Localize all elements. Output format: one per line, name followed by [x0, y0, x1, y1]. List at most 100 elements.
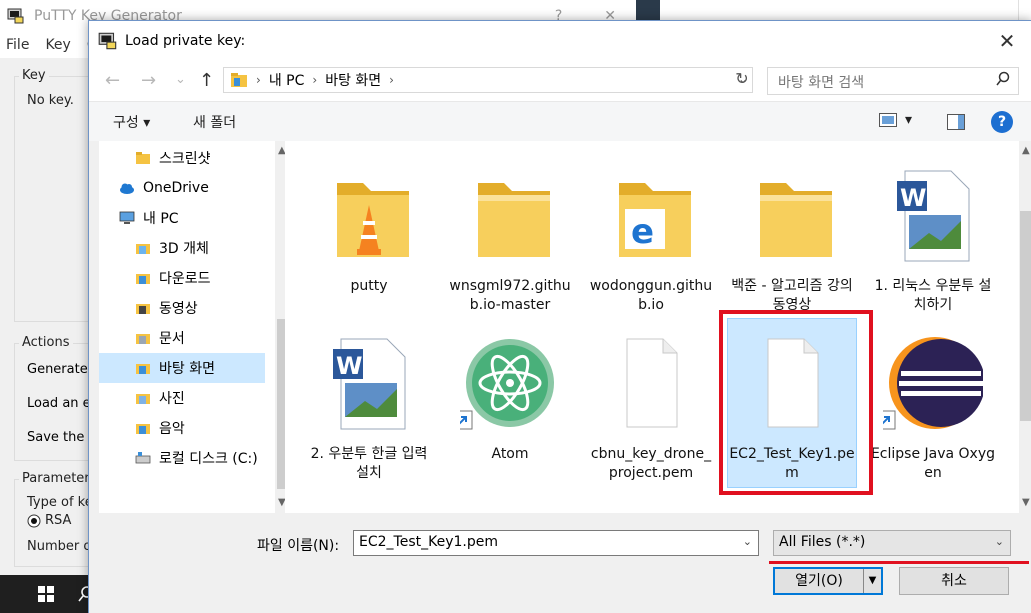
- new-folder-button[interactable]: 새 폴더: [193, 112, 236, 132]
- preview-pane-icon[interactable]: [947, 114, 965, 130]
- search-input[interactable]: 바탕 화면 검색: [767, 67, 1019, 95]
- breadcrumb-my-pc[interactable]: 내 PC: [269, 70, 305, 90]
- filename-input[interactable]: EC2_Test_Key1.pem ⌄: [353, 530, 759, 556]
- chevron-right-icon: ›: [256, 73, 261, 87]
- organize-button[interactable]: 구성 ▾: [113, 112, 150, 132]
- chevron-right-icon: ›: [389, 73, 394, 87]
- open-button[interactable]: 열기(O) ▼: [773, 567, 883, 595]
- atom-shortcut-icon: [460, 339, 554, 430]
- tree-item[interactable]: 문서: [99, 323, 269, 353]
- filetype-value: All Files (*.*): [779, 534, 866, 550]
- taskbar: [0, 575, 100, 613]
- putty-app-icon: [7, 8, 24, 24]
- file-item-label: EC2_Test_Key1.pem: [729, 446, 855, 481]
- tree-item[interactable]: 다운로드: [99, 263, 269, 293]
- file-item[interactable]: wnsgml972.github.io-master: [446, 151, 574, 319]
- vlc-folder-icon: [337, 183, 409, 257]
- filetype-select[interactable]: All Files (*.*) ⌄: [773, 530, 1011, 556]
- file-list-scrollbar[interactable]: ▲ ▼: [1019, 141, 1031, 513]
- navigation-bar: ← → ⌄ ↑ › 내 PC › 바탕 화면 › ⌄ ↻ 바탕 화면 검색: [89, 61, 1031, 101]
- help-button[interactable]: ?: [991, 111, 1013, 133]
- open-button-label: 열기(O): [795, 573, 843, 589]
- tree-item[interactable]: 로컬 디스크 (C:): [99, 443, 269, 473]
- tree-item[interactable]: 내 PC: [99, 203, 269, 233]
- 3d-objects-icon: [136, 244, 150, 254]
- tree-item-label: 음악: [159, 421, 185, 437]
- putty-app-icon: [98, 32, 117, 50]
- tree-item[interactable]: 동영상: [99, 293, 269, 323]
- rsa-label: RSA: [45, 513, 72, 528]
- svg-text:e: e: [631, 212, 654, 252]
- file-item[interactable]: EC2_Test_Key1.pem: [727, 318, 857, 488]
- tree-item[interactable]: 음악: [99, 413, 269, 443]
- scroll-up-icon[interactable]: ▲: [278, 145, 285, 156]
- tree-item[interactable]: 사진: [99, 383, 269, 413]
- scroll-down-icon[interactable]: ▼: [278, 497, 285, 508]
- blank-file-icon: [626, 338, 678, 428]
- file-item-label: wodonggun.github.io: [589, 278, 713, 313]
- tree-item-label: 3D 개체: [159, 241, 209, 257]
- scroll-thumb[interactable]: [277, 319, 285, 489]
- file-item[interactable]: Eclipse Java Oxygen: [869, 319, 997, 487]
- rsa-radio[interactable]: RSA: [27, 513, 71, 528]
- highlight-underline: [769, 561, 1029, 564]
- tree-item-label: 동영상: [159, 301, 198, 317]
- cancel-button[interactable]: 취소: [899, 567, 1009, 595]
- file-item[interactable]: e wodonggun.github.io: [587, 151, 715, 319]
- tree-item[interactable]: OneDrive: [99, 173, 269, 203]
- file-item[interactable]: Atom: [446, 319, 574, 487]
- tree-item[interactable]: 스크린샷: [99, 143, 269, 173]
- dialog-title: Load private key:: [125, 33, 246, 49]
- view-icon: [879, 113, 897, 127]
- tree-item-label: 사진: [159, 391, 185, 407]
- recent-locations-button[interactable]: ⌄: [175, 72, 186, 87]
- scroll-thumb[interactable]: [1020, 211, 1031, 421]
- refresh-button[interactable]: ↻: [731, 69, 753, 91]
- windows-start-icon[interactable]: [38, 586, 54, 602]
- downloads-icon: [136, 274, 150, 284]
- tree-item-label: 문서: [159, 331, 185, 347]
- key-group-title: Key: [19, 68, 49, 83]
- file-item[interactable]: W 1. 리눅스 우분투 설치하기: [869, 151, 997, 319]
- filename-label: 파일 이름(N):: [257, 538, 340, 554]
- scroll-up-icon[interactable]: ▲: [1022, 145, 1030, 156]
- navigation-pane-scrollbar[interactable]: ▲ ▼: [275, 141, 285, 513]
- svg-text:W: W: [900, 184, 926, 212]
- file-item-label: cbnu_key_drone_project.pem: [590, 446, 712, 481]
- tree-item[interactable]: 3D 개체: [99, 233, 269, 263]
- file-item[interactable]: 백준 - 알고리즘 강의 동영상: [728, 151, 856, 319]
- blank-file-icon: [767, 338, 819, 428]
- folder-icon: [136, 152, 150, 164]
- search-placeholder: 바탕 화면 검색: [778, 75, 865, 91]
- menu-file[interactable]: File: [6, 37, 29, 53]
- up-button[interactable]: ↑: [199, 70, 214, 91]
- pictures-icon: [136, 394, 150, 404]
- forward-button[interactable]: →: [141, 70, 156, 91]
- actions-group-title: Actions: [19, 335, 73, 350]
- close-button[interactable]: ✕: [995, 29, 1019, 53]
- file-item[interactable]: cbnu_key_drone_project.pem: [587, 319, 715, 487]
- view-options-button[interactable]: ▾: [879, 112, 912, 128]
- file-list: putty wnsgml972.github.io-master e wodonggu…: [285, 141, 1019, 513]
- navigation-pane: 스크린샷 OneDrive 내 PC 3D 개체다운로드동영상문서바탕 화면사진음악로…: [99, 141, 285, 513]
- tree-item-label: 다운로드: [159, 271, 211, 287]
- scroll-down-icon[interactable]: ▼: [1022, 497, 1030, 508]
- menu-key[interactable]: Key: [45, 37, 70, 53]
- number-of-bits-label: Number of: [27, 539, 96, 554]
- svg-text:W: W: [336, 352, 362, 380]
- file-item[interactable]: W 2. 우분투 한글 입력 설치: [305, 319, 433, 487]
- chevron-down-icon[interactable]: ⌄: [743, 535, 752, 548]
- open-split-arrow-icon[interactable]: ▼: [863, 569, 881, 593]
- desktop-icon: [136, 364, 150, 374]
- address-bar[interactable]: › 내 PC › 바탕 화면 › ⌄: [223, 67, 753, 93]
- file-item[interactable]: putty: [305, 151, 433, 319]
- file-item-label: Atom: [491, 446, 529, 462]
- desktop-folder-icon: [231, 73, 247, 87]
- breadcrumb-desktop[interactable]: 바탕 화면: [325, 70, 381, 90]
- background-window-fragment: [636, 0, 660, 20]
- tree-item[interactable]: 바탕 화면: [99, 353, 265, 383]
- music-icon: [136, 424, 150, 434]
- file-item-label: putty: [350, 278, 388, 294]
- file-item-label: Eclipse Java Oxygen: [870, 446, 996, 481]
- back-button[interactable]: ←: [105, 70, 120, 91]
